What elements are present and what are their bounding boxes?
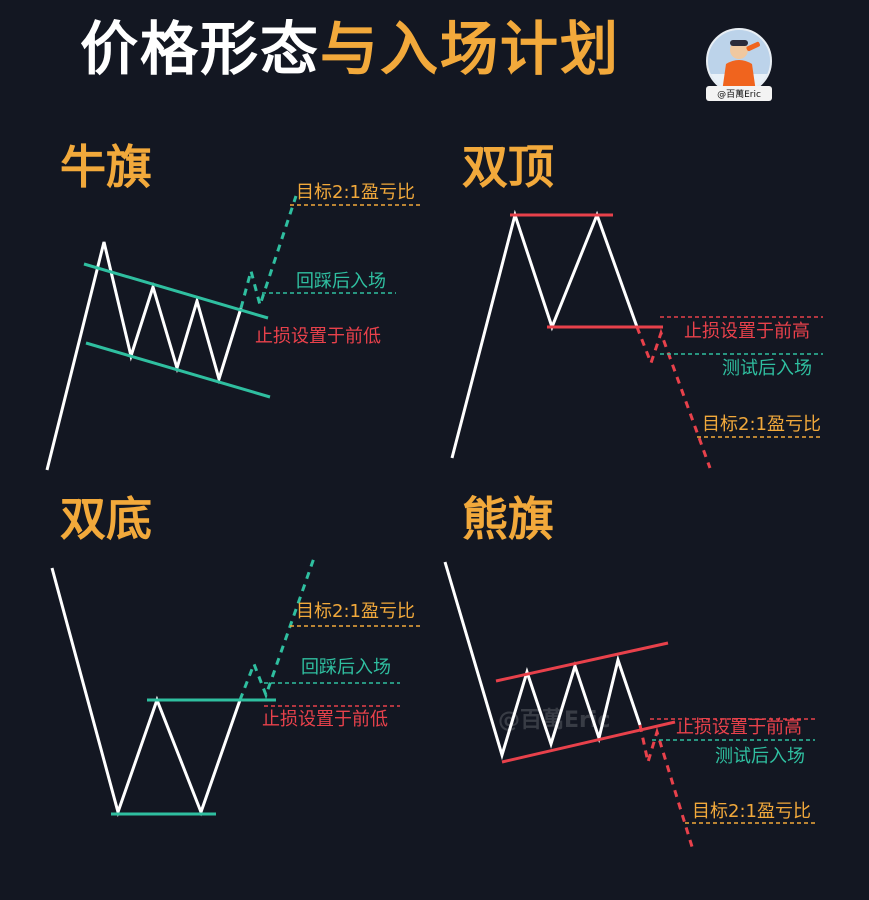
bull-flag-entry-label: 回踩后入场 [296, 271, 386, 292]
bear-flag-target-label: 目标2:1盈亏比 [692, 801, 811, 822]
bull-flag-target-label: 目标2:1盈亏比 [296, 182, 415, 203]
double-top-stop-label: 止损设置于前高 [684, 321, 810, 342]
bull-flag-price-path [45, 241, 243, 471]
double-top-projected-path [635, 326, 712, 469]
bull-flag-stop-label: 止损设置于前低 [255, 326, 381, 347]
bull-flag-upper-channel [83, 262, 269, 320]
double-top-pattern: 止损设置于前高 测试后入场 目标2:1盈亏比 [450, 209, 823, 469]
double-bottom-price-path [50, 567, 242, 818]
patterns-diagram: 目标2:1盈亏比 回踩后入场 止损设置于前低 止损设置于前高 测试后入场 目标2… [45, 182, 823, 851]
double-bottom-entry-label: 回踩后入场 [301, 657, 391, 678]
bull-flag-lower-channel [85, 341, 271, 399]
bear-flag-upper-channel [495, 641, 669, 683]
double-bottom-stop-label: 止损设置于前低 [262, 709, 388, 730]
double-bottom-projected-path [238, 557, 316, 701]
bull-flag-pattern: 目标2:1盈亏比 回踩后入场 止损设置于前低 [45, 182, 420, 471]
bear-flag-projected-path [638, 724, 695, 851]
double-bottom-target-label: 目标2:1盈亏比 [296, 601, 415, 622]
bear-flag-stop-label: 止损设置于前高 [676, 717, 802, 738]
double-top-target-label: 目标2:1盈亏比 [702, 414, 821, 435]
double-bottom-pattern: 目标2:1盈亏比 回踩后入场 止损设置于前低 [50, 557, 420, 818]
bull-flag-projected-path [239, 195, 298, 311]
watermark: @百萬Eric [498, 708, 611, 733]
bear-flag-entry-label: 测试后入场 [715, 746, 805, 767]
double-top-price-path [450, 209, 639, 459]
double-top-entry-label: 测试后入场 [722, 358, 812, 379]
